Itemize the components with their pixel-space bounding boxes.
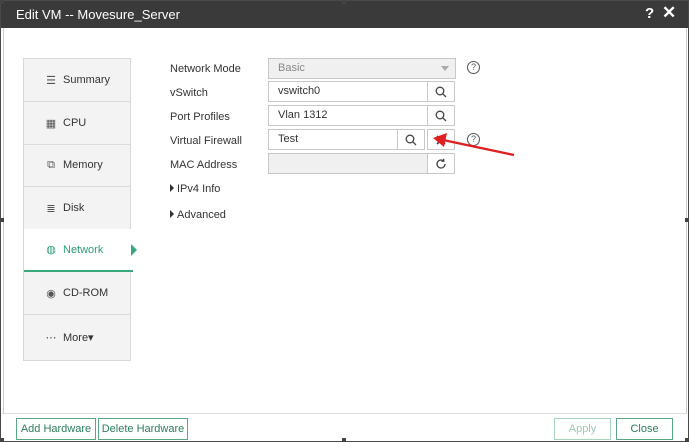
caret-right-icon (170, 184, 174, 192)
port-profiles-label: Port Profiles (170, 111, 230, 123)
chevron-down-icon (441, 66, 449, 71)
title-bar: Edit VM -- Movesure_Server ? ✕ (1, 1, 688, 28)
network-mode-value: Basic (278, 62, 305, 74)
memory-icon: ⧉ (47, 158, 55, 171)
resize-handle-bottom-mid[interactable] (342, 438, 346, 442)
resize-handle-bottom-right[interactable] (685, 438, 689, 442)
resize-handle-top-left[interactable] (0, 0, 4, 4)
virtual-firewall-search-button[interactable] (397, 129, 425, 150)
resize-handle-right-mid[interactable] (685, 218, 689, 222)
more-icon: ⋯ (45, 332, 57, 344)
caret-right-icon (170, 210, 174, 218)
network-mode-label: Network Mode (170, 63, 241, 75)
close-icon[interactable]: ✕ (662, 3, 676, 23)
network-mode-select[interactable]: Basic (268, 58, 456, 79)
advanced-label: Advanced (177, 209, 226, 221)
add-hardware-button[interactable]: Add Hardware (16, 418, 96, 440)
virtual-firewall-field[interactable]: Test (268, 129, 398, 150)
mac-address-label: MAC Address (170, 159, 238, 171)
nav-item-label: More▾ (63, 332, 94, 344)
nav-item-label: Network (63, 243, 104, 256)
search-icon (435, 110, 447, 121)
nav-item-label: Disk (63, 202, 85, 214)
resize-handle-top-mid[interactable] (342, 0, 346, 4)
ipv4-info-expander[interactable]: IPv4 Info (170, 183, 220, 195)
active-nav-pointer (131, 244, 137, 256)
resize-handle-bottom-left[interactable] (0, 438, 4, 442)
port-profiles-search-button[interactable] (427, 105, 455, 126)
mac-address-field[interactable] (268, 153, 428, 174)
nav-item-label: CD-ROM (63, 287, 109, 299)
footer-divider (2, 413, 687, 414)
resize-handle-left-mid[interactable] (0, 218, 4, 222)
port-profiles-field[interactable]: Vlan 1312 (268, 105, 428, 126)
nav-item-more[interactable]: ⋯ More▾ (24, 316, 130, 359)
globe-icon: ◍ (46, 244, 56, 256)
nav-item-label: Memory (63, 159, 103, 171)
nav-item-label: Summary (63, 74, 111, 86)
nav-item-disk[interactable]: ≣ Disk (24, 187, 130, 230)
vswitch-search-button[interactable] (427, 81, 455, 102)
vswitch-field[interactable]: vswitch0 (268, 81, 428, 102)
apply-button[interactable]: Apply (554, 418, 611, 440)
list-icon: ☰ (46, 74, 56, 87)
disk-icon: ≣ (46, 202, 56, 215)
hardware-nav: ☰ Summary ▦ CPU ⧉ Memory ≣ Disk ◍ Networ… (23, 58, 133, 361)
port-profiles-value: Vlan 1312 (278, 109, 328, 121)
search-icon (435, 86, 447, 97)
dialog-title: Edit VM -- Movesure_Server (16, 7, 180, 22)
ipv4-info-label: IPv4 Info (177, 183, 221, 195)
advanced-expander[interactable]: Advanced (170, 209, 226, 221)
virtual-firewall-label: Virtual Firewall (170, 135, 242, 147)
virtual-firewall-value: Test (278, 133, 299, 145)
nav-item-network[interactable]: ◍ Network (24, 229, 133, 272)
nav-item-cdrom[interactable]: ◉ CD-ROM (24, 272, 130, 315)
nav-item-cpu[interactable]: ▦ CPU (24, 102, 130, 145)
nav-item-label: CPU (63, 117, 87, 129)
help-circle-icon[interactable]: ? (467, 61, 480, 74)
nav-item-summary[interactable]: ☰ Summary (24, 59, 130, 102)
vswitch-label: vSwitch (170, 87, 208, 99)
annotation-arrow (433, 133, 515, 157)
nav-item-memory[interactable]: ⧉ Memory (24, 144, 130, 187)
delete-hardware-button[interactable]: Delete Hardware (98, 418, 188, 440)
cdrom-icon: ◉ (46, 287, 56, 300)
help-icon[interactable]: ? (645, 5, 654, 22)
vswitch-value: vswitch0 (278, 85, 321, 97)
search-icon (405, 134, 417, 145)
cpu-icon: ▦ (45, 117, 57, 130)
close-button[interactable]: Close (616, 418, 673, 440)
